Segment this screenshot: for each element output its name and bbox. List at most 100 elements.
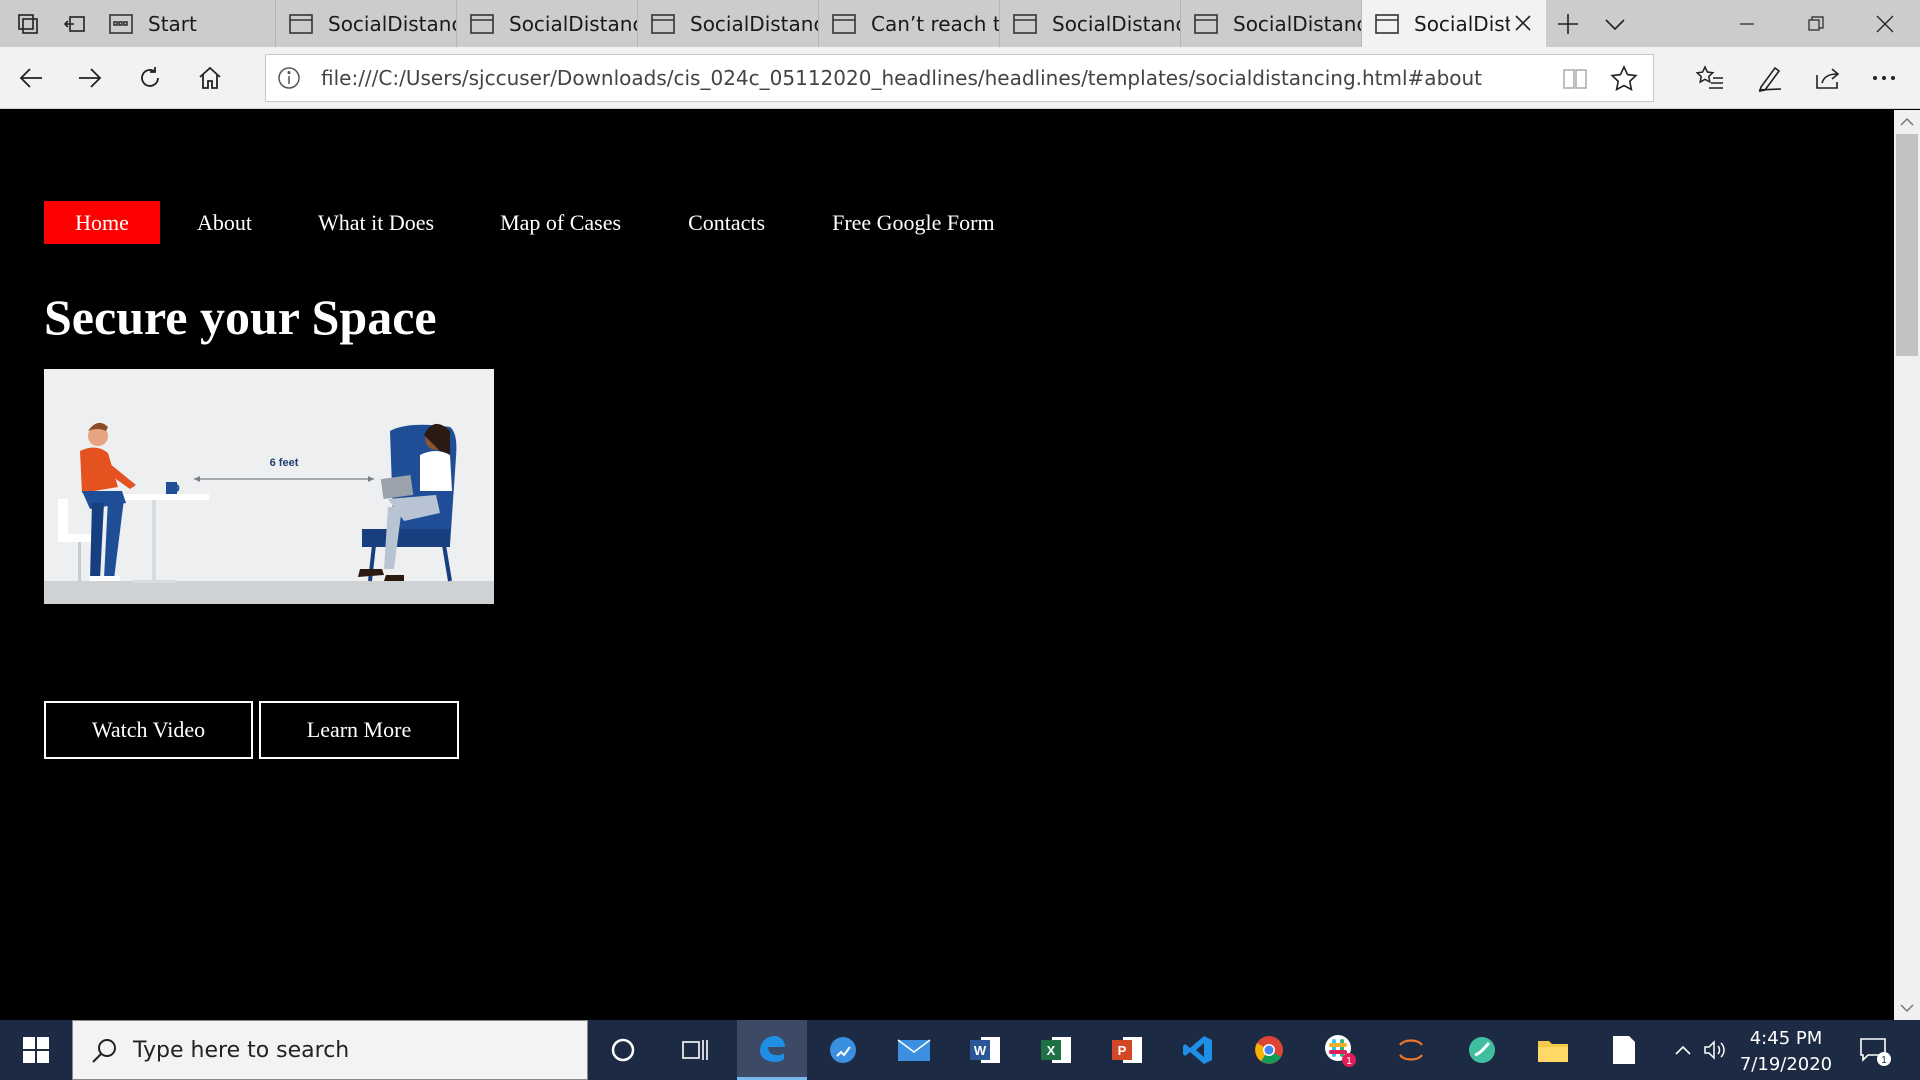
page-icon [1375,13,1399,34]
refresh-icon [141,67,159,87]
tab-label: SocialDist [1414,11,1510,36]
taskbar-mail[interactable] [879,1020,949,1080]
nav-map-of-cases[interactable]: Map of Cases [500,201,621,244]
tab-cant-reach[interactable]: Can’t reach th [819,0,1000,47]
clock-date: 7/19/2020 [1739,1054,1833,1075]
favorites-list-icon [1695,65,1723,89]
minimize-button[interactable] [1712,0,1782,47]
word-icon: W [970,1037,1000,1063]
watch-video-button[interactable]: Watch Video [44,701,253,759]
more-button[interactable] [1860,54,1908,102]
new-tab-button[interactable] [1546,0,1590,47]
tab-list-button[interactable] [1590,0,1640,47]
folder-icon [1538,1041,1568,1062]
learn-more-button[interactable]: Learn More [259,701,459,759]
page-title: Secure your Space [44,289,437,345]
taskbar-app-green[interactable] [1447,1020,1517,1080]
taskbar-notepad[interactable] [1589,1020,1659,1080]
nav-contacts[interactable]: Contacts [688,201,765,244]
page-icon [470,13,494,34]
tab-label: Can’t reach th [871,11,999,36]
reading-view-icon[interactable] [1561,65,1589,93]
url-text[interactable]: file:///C:/Users/sjccuser/Downloads/cis_… [321,66,1482,90]
taskbar-excel[interactable]: X [1021,1020,1091,1080]
page-icon [1013,13,1037,34]
feedback-icon [830,1037,856,1063]
nav-home[interactable]: Home [44,201,160,244]
taskbar-app-feedback[interactable] [808,1020,878,1080]
info-icon[interactable] [276,65,302,91]
nav-about[interactable]: About [197,201,252,244]
site-nav: Home About What it Does Map of Cases Con… [44,201,995,244]
clock-time: 4:45 PM [1749,1028,1823,1049]
tab-preview-icon [17,13,38,34]
mail-icon [897,1039,931,1061]
close-tab-icon[interactable] [1512,12,1534,34]
pen-icon [1758,66,1782,92]
taskbar-vscode[interactable] [1163,1020,1233,1080]
tab-socialdistancing-5[interactable]: SocialDistanci [1181,0,1362,47]
action-center-button[interactable]: 1 [1852,1020,1898,1080]
nav-what-it-does[interactable]: What it Does [318,201,434,244]
arrow-left-icon [19,68,42,88]
show-hidden-icons-button[interactable] [1668,1020,1698,1080]
plus-icon [1558,13,1578,34]
restore-button[interactable] [1781,0,1851,47]
cortana-icon [611,1038,635,1062]
forward-button[interactable] [66,54,114,102]
document-icon [1613,1036,1635,1064]
chevron-down-icon [1900,1004,1914,1013]
taskbar-powerpoint[interactable]: P [1092,1020,1162,1080]
page-icon [289,13,313,34]
page-icon [1194,13,1218,34]
chevron-up-icon [1675,1045,1691,1055]
favorites-button[interactable] [1686,54,1734,102]
taskbar-file-explorer[interactable] [1518,1020,1588,1080]
scrollbar-thumb[interactable] [1896,134,1918,356]
distance-label: 6 feet [270,457,299,469]
set-tabs-aside-button[interactable] [47,0,102,47]
tab-label: SocialDistanci [509,11,637,36]
app-circle-icon [1469,1037,1495,1063]
svg-text:X: X [1047,1043,1056,1058]
taskbar-chrome[interactable] [1234,1020,1304,1080]
taskbar-slack[interactable]: 1 [1305,1020,1375,1080]
taskbar-app-orange[interactable] [1376,1020,1446,1080]
nav-free-google-form[interactable]: Free Google Form [832,201,995,244]
svg-text:W: W [974,1043,987,1058]
taskbar-word[interactable]: W [950,1020,1020,1080]
close-window-button[interactable] [1850,0,1920,47]
home-button[interactable] [186,54,234,102]
cortana-button[interactable] [588,1020,658,1080]
chevron-up-icon [1900,117,1914,126]
search-icon [92,1039,116,1063]
taskbar-search-box[interactable]: Type here to search [72,1020,588,1080]
chrome-icon [1255,1036,1283,1064]
tab-socialdistancing-2[interactable]: SocialDistanci [457,0,638,47]
scroll-down-arrow[interactable] [1894,996,1920,1020]
tabs-aside-icon [63,15,85,32]
taskbar-clock[interactable]: 4:45 PM 7/19/2020 [1726,1026,1846,1078]
vertical-scrollbar[interactable] [1894,110,1920,1020]
tab-socialdistancing-3[interactable]: SocialDistanci [638,0,819,47]
tab-label: SocialDistanci [1052,11,1180,36]
tab-socialdistancing-active[interactable]: SocialDist [1362,0,1546,47]
star-icon[interactable] [1609,64,1639,94]
scroll-up-arrow[interactable] [1894,110,1920,134]
taskbar-edge[interactable] [737,1020,807,1080]
back-button[interactable] [7,54,55,102]
task-view-button[interactable] [660,1020,730,1080]
home-icon [199,66,221,89]
tab-start[interactable]: Start [96,0,276,47]
refresh-button[interactable] [126,54,174,102]
tab-socialdistancing-4[interactable]: SocialDistanci [1000,0,1181,47]
slack-badge: 1 [1346,1056,1352,1067]
windows-logo-icon [23,1037,49,1063]
close-icon [1876,15,1894,32]
address-bar[interactable]: file:///C:/Users/sjccuser/Downloads/cis_… [265,54,1654,102]
start-button[interactable] [0,1020,72,1080]
excel-icon: X [1041,1037,1071,1063]
notes-button[interactable] [1746,54,1794,102]
tab-socialdistancing-1[interactable]: SocialDistanci [276,0,457,47]
share-button[interactable] [1804,54,1852,102]
